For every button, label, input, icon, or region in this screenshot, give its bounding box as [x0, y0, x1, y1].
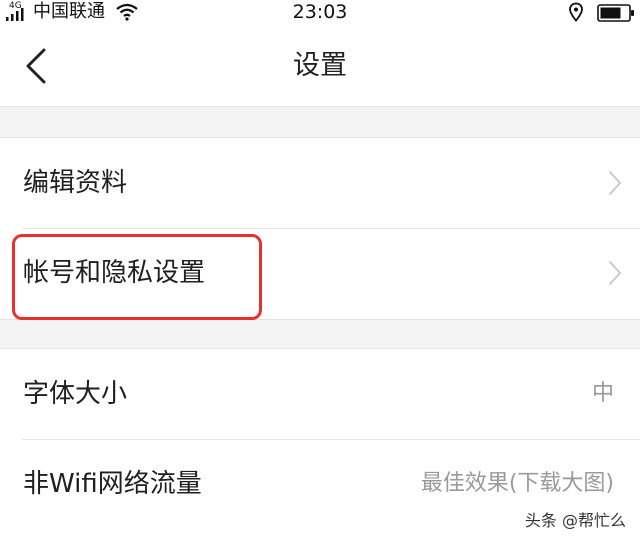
settings-group-profile: 编辑资料 帐号和隐私设置 — [0, 137, 640, 320]
settings-row-account-privacy[interactable]: 帐号和隐私设置 — [0, 228, 640, 318]
settings-row-edit-profile[interactable]: 编辑资料 — [0, 138, 640, 228]
watermark: 头条 @帮忙么 — [524, 511, 626, 530]
chevron-right-icon — [609, 171, 621, 195]
status-bar: 4G 中国联通 23:03 — [0, 0, 640, 26]
nav-bar: 设置 — [0, 26, 640, 107]
settings-row-font-size[interactable]: 字体大小 中 — [0, 349, 640, 439]
location-icon — [568, 2, 584, 22]
row-value: 中 — [591, 381, 614, 406]
chevron-right-icon — [609, 261, 621, 285]
row-label: 字体大小 — [23, 379, 128, 409]
page-title: 设置 — [293, 50, 347, 81]
status-time: 23:03 — [292, 1, 348, 23]
row-label: 帐号和隐私设置 — [23, 258, 206, 288]
settings-screen: 4G 中国联通 23:03 设置 编辑资料 帐号和隐私设置 字体大小 中 非Wi… — [0, 0, 640, 541]
battery-icon — [597, 4, 635, 22]
row-label: 非Wifi网络流量 — [23, 469, 202, 499]
row-label: 编辑资料 — [23, 168, 128, 198]
